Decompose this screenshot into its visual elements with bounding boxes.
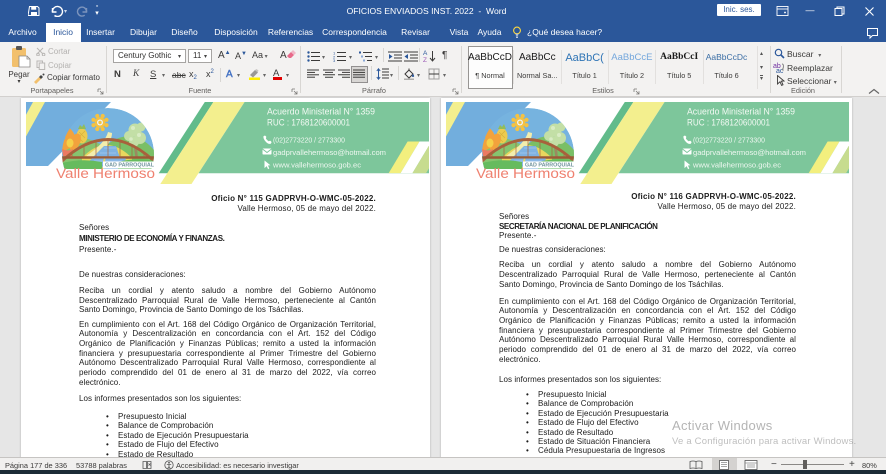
svg-text:(02)2773220 / 2773300: (02)2773220 / 2773300 bbox=[693, 136, 765, 145]
svg-text:RUC : 1768120600001: RUC : 1768120600001 bbox=[267, 118, 350, 128]
svg-text:Valle Hermoso: Valle Hermoso bbox=[476, 165, 575, 181]
svg-text:A: A bbox=[423, 50, 428, 57]
svg-text:gadprvallehermoso@hotmail.com: gadprvallehermoso@hotmail.com bbox=[693, 148, 806, 157]
svg-text:gadprvallehermoso@hotmail.com: gadprvallehermoso@hotmail.com bbox=[273, 148, 386, 157]
svg-text:Z: Z bbox=[423, 57, 427, 63]
svg-text:Acuerdo Ministerial N° 1359: Acuerdo Ministerial N° 1359 bbox=[267, 107, 375, 117]
svg-text:(02)2773220 / 2773300: (02)2773220 / 2773300 bbox=[273, 136, 345, 145]
svg-text:Valle Hermoso: Valle Hermoso bbox=[56, 165, 155, 181]
svg-text:3: 3 bbox=[333, 58, 336, 62]
svg-text:Acuerdo Ministerial N° 1359: Acuerdo Ministerial N° 1359 bbox=[687, 107, 795, 117]
svg-text:www.vallehermoso.gob.ec: www.vallehermoso.gob.ec bbox=[272, 161, 361, 170]
svg-text:RUC : 1768120600001: RUC : 1768120600001 bbox=[687, 118, 770, 128]
svg-text:www.vallehermoso.gob.ec: www.vallehermoso.gob.ec bbox=[692, 161, 781, 170]
